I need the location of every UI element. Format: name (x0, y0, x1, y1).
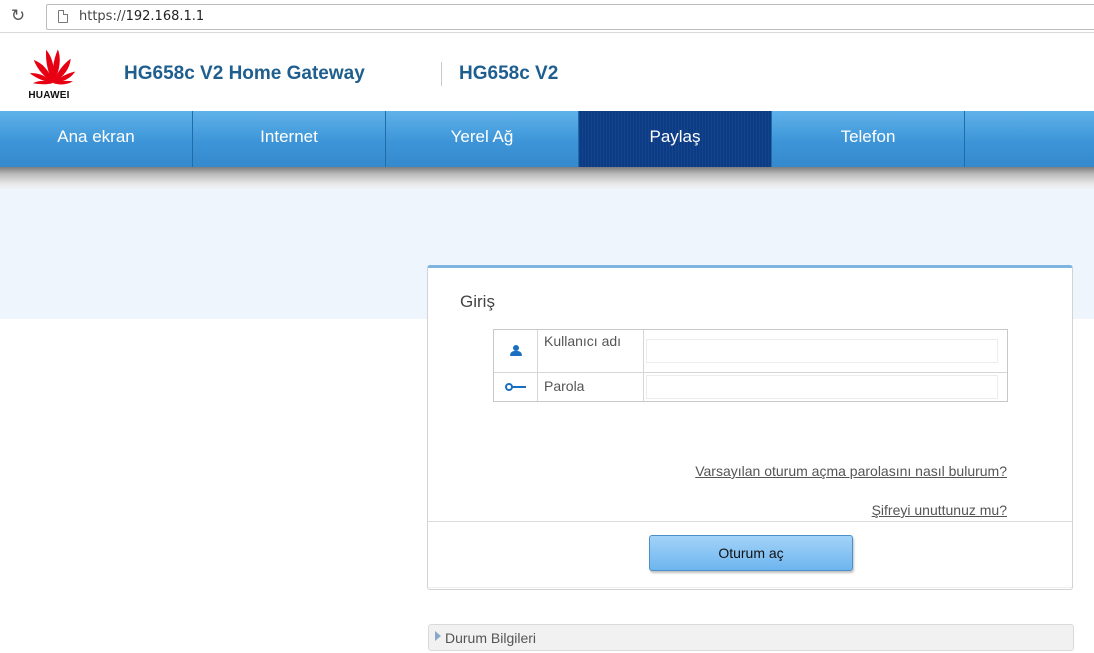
url-field[interactable]: https://192.168.1.1 (46, 4, 1094, 30)
password-icon-cell (494, 373, 538, 401)
expand-arrow-icon (435, 631, 441, 641)
nav-item-yerel-ag[interactable]: Yerel Ağ (386, 111, 579, 167)
forgot-password-link[interactable]: Şifreyi unuttunuz mu? (872, 502, 1007, 518)
nav-item-paylas[interactable]: Paylaş (579, 111, 772, 167)
username-icon-cell (494, 330, 538, 372)
url-scheme: https:// (79, 9, 126, 24)
model-subtitle: HG658c V2 (459, 63, 559, 84)
nav-item-telefon[interactable]: Telefon (772, 111, 965, 167)
url-host: 192.168.1.1 (125, 9, 205, 24)
nav-shadow (0, 167, 1094, 189)
username-row: Kullanıcı adı (494, 330, 1007, 373)
login-footer: Oturum aç (428, 522, 1072, 588)
password-input[interactable] (646, 375, 998, 399)
user-icon (510, 345, 522, 357)
login-form: Kullanıcı adı Parola (493, 329, 1008, 402)
login-button[interactable]: Oturum aç (649, 535, 853, 571)
title-divider (441, 62, 442, 86)
browser-address-bar: ↻ https://192.168.1.1 (0, 0, 1094, 33)
username-input[interactable] (646, 339, 998, 363)
key-icon (505, 383, 527, 391)
login-panel: Giriş Kullanıcı adı Parola Varsayılan ot… (427, 265, 1073, 590)
default-password-help-link[interactable]: Varsayılan oturum açma parolasını nasıl … (695, 463, 1007, 479)
login-title: Giriş (460, 292, 495, 311)
nav-item-ana-ekran[interactable]: Ana ekran (0, 111, 193, 167)
reload-icon[interactable]: ↻ (8, 6, 28, 26)
password-label: Parola (538, 373, 644, 401)
password-row: Parola (494, 373, 1007, 401)
brand-name: HUAWEI (28, 90, 70, 101)
page-icon (58, 10, 68, 23)
main-nav: Ana ekran Internet Yerel Ağ Paylaş Telef… (0, 111, 1094, 167)
username-label: Kullanıcı adı (538, 330, 644, 372)
page-title: HG658c V2 Home Gateway (124, 63, 365, 84)
nav-item-internet[interactable]: Internet (193, 111, 386, 167)
status-info-panel[interactable]: Durum Bilgileri (428, 624, 1074, 651)
status-info-label: Durum Bilgileri (445, 630, 537, 646)
url-text[interactable]: https://192.168.1.1 (79, 9, 204, 24)
